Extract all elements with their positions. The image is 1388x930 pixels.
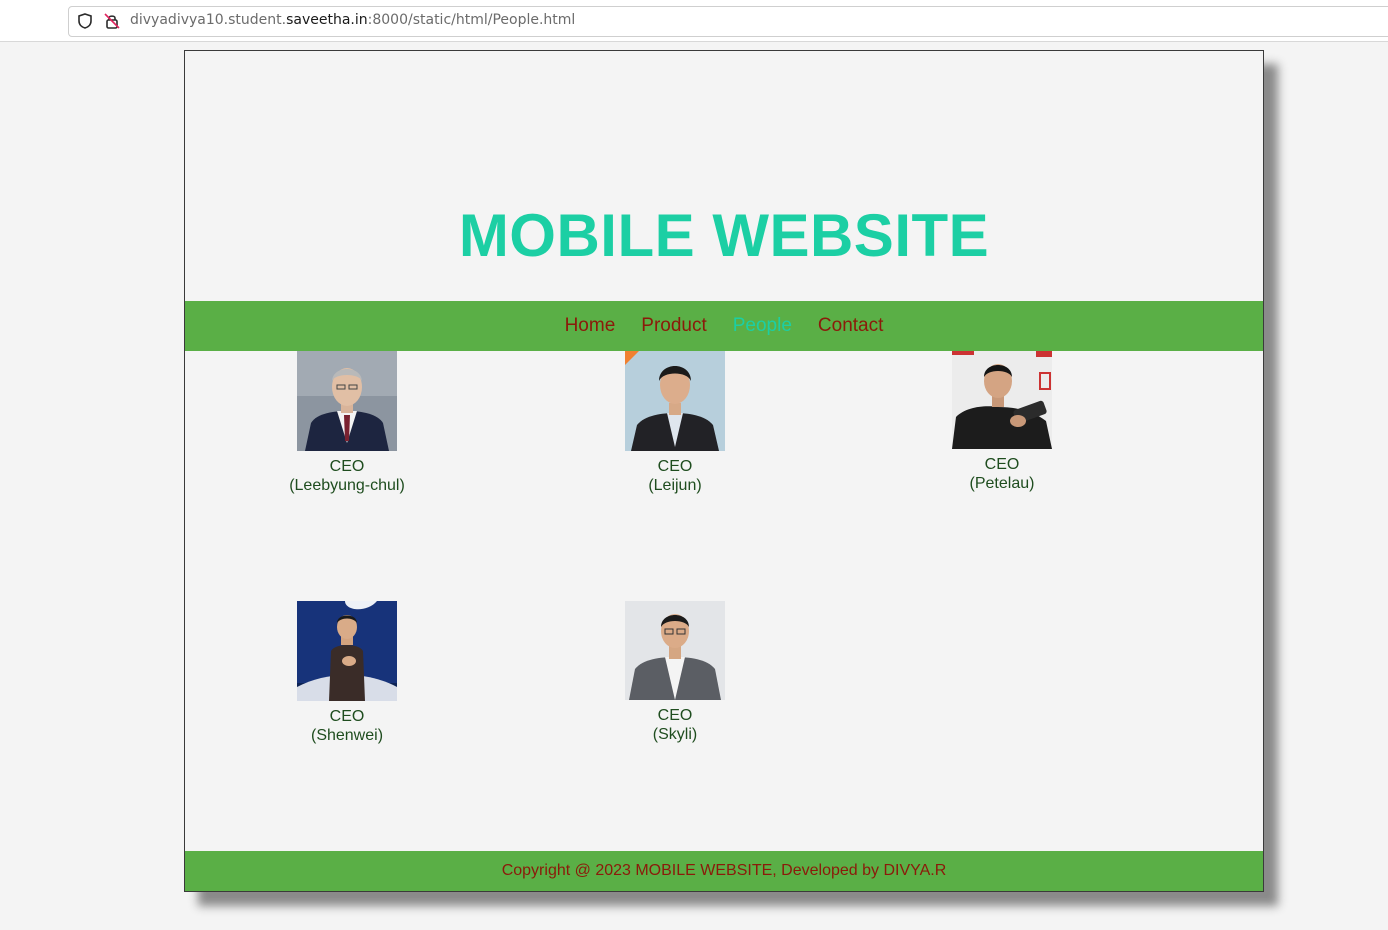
page-container: MOBILE WEBSITE Home Product People Conta… <box>184 50 1264 892</box>
person-card-skyli: CEO (Skyli) <box>575 601 775 744</box>
person-role: CEO <box>329 708 365 725</box>
url-host: saveetha.in <box>286 12 368 28</box>
insecure-lock-icon[interactable] <box>103 12 121 30</box>
person-name: (Shenwei) <box>310 727 384 744</box>
portrait-photo-leijun <box>625 351 725 451</box>
person-caption: CEO (Skyli) <box>575 706 775 744</box>
nav-contact-link[interactable]: Contact <box>818 315 883 337</box>
person-name: (Leijun) <box>648 477 702 494</box>
portrait-photo-petelau <box>952 351 1052 449</box>
person-name: (Leebyung-chul) <box>289 477 405 494</box>
url-path: :8000/static/html/People.html <box>367 12 576 28</box>
nav-product-link[interactable]: Product <box>641 315 706 337</box>
person-role: CEO <box>657 707 693 724</box>
person-card-petelau: CEO (Petelau) <box>902 351 1102 493</box>
person-name: (Petelau) <box>969 475 1035 492</box>
person-card-leijun: CEO (Leijun) <box>575 351 775 495</box>
person-card-shenwei: CEO (Shenwei) <box>247 601 447 745</box>
person-role: CEO <box>657 458 693 475</box>
nav-people-link[interactable]: People <box>733 315 792 337</box>
portrait-photo-skyli <box>625 601 725 700</box>
nav-home-link[interactable]: Home <box>565 315 616 337</box>
person-caption: CEO (Shenwei) <box>247 707 447 745</box>
navbar: Home Product People Contact <box>185 301 1263 351</box>
person-caption: CEO (Petelau) <box>902 455 1102 493</box>
footer: Copyright @ 2023 MOBILE WEBSITE, Develop… <box>185 851 1263 891</box>
portrait-photo-shenwei <box>297 601 397 701</box>
person-role: CEO <box>984 456 1020 473</box>
person-name: (Skyli) <box>652 726 698 743</box>
person-caption: CEO (Leijun) <box>575 457 775 495</box>
url-text[interactable]: divyadivya10.student.saveetha.in:8000/st… <box>130 12 575 28</box>
person-card-leebyung-chul: CEO (Leebyung-chul) <box>247 351 447 495</box>
person-caption: CEO (Leebyung-chul) <box>247 457 447 495</box>
browser-toolbar: divyadivya10.student.saveetha.in:8000/st… <box>0 0 1388 42</box>
url-prefix: divyadivya10.student. <box>130 12 287 28</box>
portrait-photo-leebyung-chul <box>297 351 397 451</box>
shield-icon[interactable] <box>76 12 94 30</box>
site-title: MOBILE WEBSITE <box>458 202 990 269</box>
person-role: CEO <box>329 458 365 475</box>
